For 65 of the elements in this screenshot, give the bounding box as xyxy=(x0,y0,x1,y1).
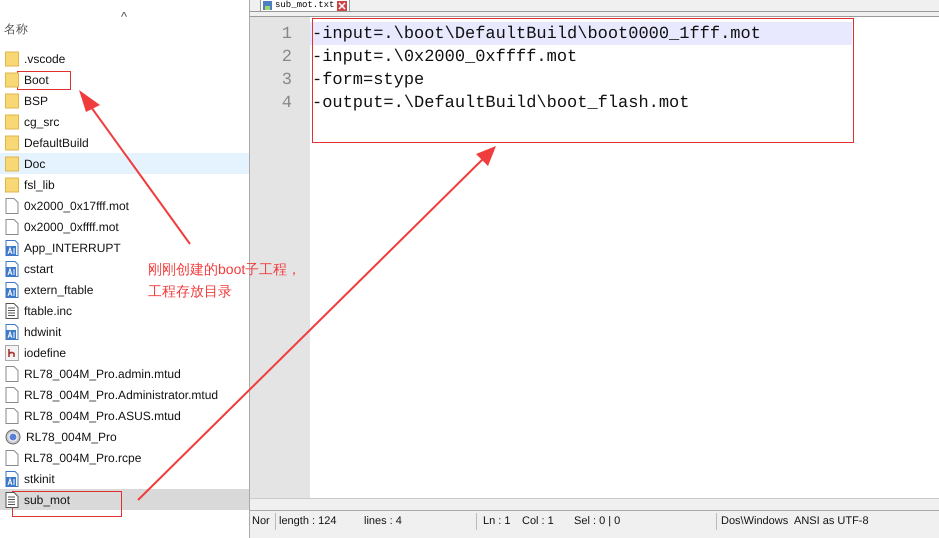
file-item[interactable]: Boot xyxy=(0,69,51,90)
text-file-icon xyxy=(5,492,19,508)
file-item[interactable]: App_INTERRUPT xyxy=(0,237,123,258)
file-item[interactable]: hdwinit xyxy=(0,321,64,342)
close-icon[interactable] xyxy=(337,0,348,10)
line-number: 1 xyxy=(280,24,293,45)
document-icon xyxy=(5,470,19,486)
file-item[interactable]: DefaultBuild xyxy=(0,132,91,153)
status-text: Dos\Windows xyxy=(716,513,792,530)
file-item[interactable]: RL78_004M_Pro.admin.mtud xyxy=(0,363,183,384)
file-icon xyxy=(5,408,19,424)
document-icon xyxy=(5,282,19,298)
file-item[interactable]: extern_ftable xyxy=(0,279,96,300)
file-item[interactable]: 0x2000_0xffff.mot xyxy=(0,216,121,237)
code-line: -form=stype xyxy=(311,70,426,91)
file-item[interactable]: RL78_004M_Pro.Administrator.mtud xyxy=(0,384,220,405)
document-icon xyxy=(5,324,19,340)
file-item[interactable]: .vscode xyxy=(0,48,68,69)
file-item[interactable]: RL78_004M_Pro.ASUS.mtud xyxy=(0,405,183,426)
folder-icon xyxy=(5,72,19,88)
line-number: 4 xyxy=(280,93,293,114)
code-line: -input=.\0x2000_0xffff.mot xyxy=(311,47,578,68)
file-item[interactable]: cg_src xyxy=(0,111,62,132)
column-header[interactable]: 名称 xyxy=(4,20,28,46)
file-item[interactable]: sub_mot xyxy=(0,489,72,510)
file-icon xyxy=(5,218,19,234)
file-item[interactable]: iodefine xyxy=(0,342,68,363)
annotation-text: 工程存放目录 xyxy=(148,282,233,301)
code-line: -output=.\DefaultBuild\boot_flash.mot xyxy=(311,93,690,114)
line-number: 2 xyxy=(280,47,293,68)
status-text: Sel : 0 | 0 xyxy=(574,514,622,530)
file-item[interactable]: RL78_004M_Pro.rcpe xyxy=(0,447,144,468)
file-item[interactable]: BSP xyxy=(0,90,50,111)
file-item[interactable]: Doc xyxy=(0,153,48,174)
folder-icon xyxy=(5,92,19,108)
file-item[interactable]: ftable.inc xyxy=(0,300,74,321)
status-text: Ln : 1 xyxy=(476,513,522,530)
file-icon xyxy=(5,386,19,402)
line-number: 3 xyxy=(280,70,293,91)
folder-icon xyxy=(5,114,19,130)
document-icon xyxy=(5,260,19,276)
editor-tab[interactable]: sub_mot.txt xyxy=(260,0,350,11)
file-item[interactable]: RL78_004M_Pro xyxy=(0,426,119,447)
annotation-text: 刚刚创建的boot子工程， xyxy=(148,260,302,279)
document-icon xyxy=(5,240,19,256)
file-icon xyxy=(5,366,19,382)
status-text: Nor xyxy=(250,513,276,530)
status-text: Col : 1 xyxy=(522,514,555,530)
file-icon xyxy=(5,450,19,466)
file-item[interactable]: stkinit xyxy=(0,468,57,489)
folder-icon xyxy=(5,50,19,66)
folder-icon xyxy=(5,134,19,150)
file-item[interactable]: 0x2000_0x17fff.mot xyxy=(0,195,131,216)
file-icon xyxy=(5,198,19,214)
folder-icon xyxy=(5,176,19,192)
status-text: lines : 4 xyxy=(364,514,403,530)
status-text: length : 124 xyxy=(278,514,338,530)
file-item[interactable]: fsl_lib xyxy=(0,174,57,195)
folder-icon xyxy=(5,156,19,172)
status-text: ANSI as UTF-8 xyxy=(793,514,869,530)
header-file-icon xyxy=(5,344,19,360)
sort-caret[interactable]: ^ xyxy=(121,7,128,26)
text-file-icon xyxy=(5,302,19,318)
save-icon xyxy=(263,1,272,10)
file-item[interactable]: cstart xyxy=(0,258,56,279)
